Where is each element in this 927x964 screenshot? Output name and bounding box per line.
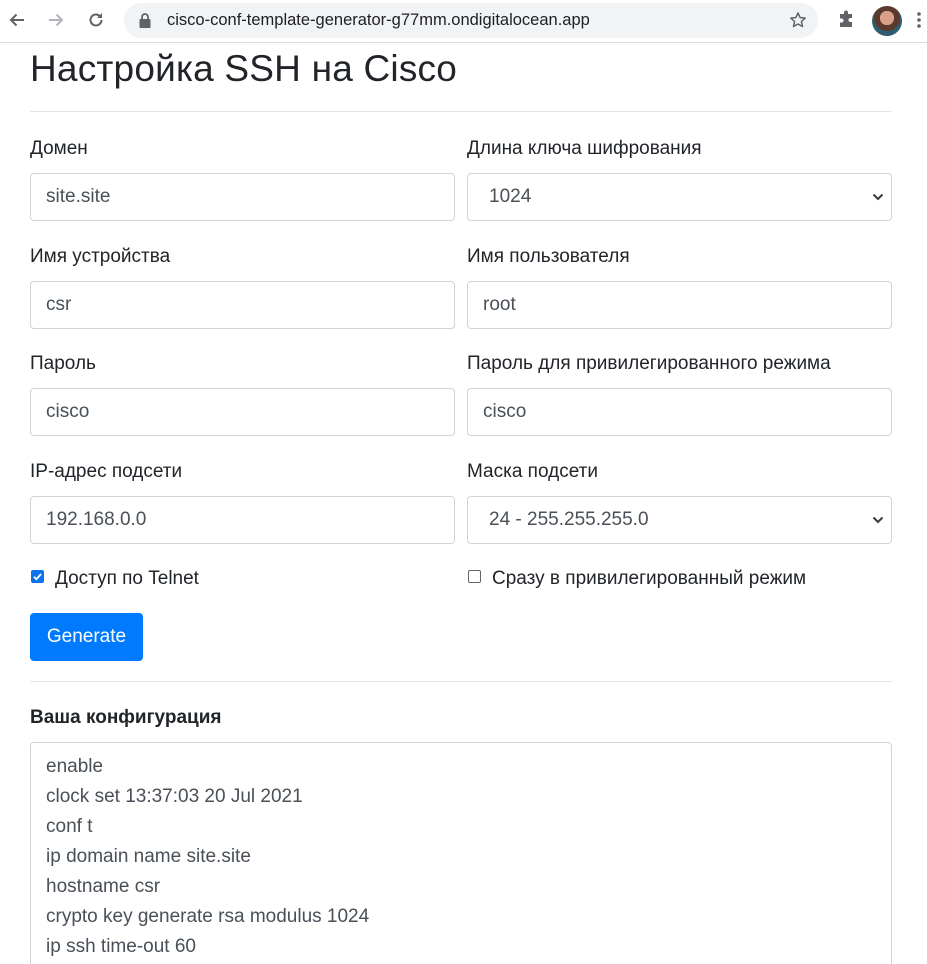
lock-icon <box>139 13 151 28</box>
key-length-select[interactable]: 1024 <box>467 173 892 221</box>
config-line: conf t <box>46 816 93 837</box>
enable-password-value: cisco <box>483 401 527 422</box>
generate-button[interactable]: Generate <box>30 613 143 661</box>
browser-toolbar: cisco-conf-template-generator-g77mm.ondi… <box>0 0 927 43</box>
privileged-label: Сразу в привилегированный режим <box>492 568 807 589</box>
key-length-label: Длина ключа шифрования <box>467 138 702 159</box>
subnet-mask-label: Маска подсети <box>467 461 598 482</box>
chevron-down-icon <box>872 193 884 201</box>
back-arrow-icon <box>9 13 24 27</box>
domain-input[interactable]: site.site <box>30 173 455 221</box>
extensions-button[interactable] <box>830 4 862 36</box>
section-divider <box>30 681 892 682</box>
subnet-mask-value: 24 - 255.255.255.0 <box>489 509 649 530</box>
page-title: Настройка SSH на Cisco <box>30 48 457 89</box>
device-name-value: csr <box>46 294 72 315</box>
config-line: ip ssh time-out 60 <box>46 936 196 957</box>
subnet-ip-input[interactable]: 192.168.0.0 <box>30 496 455 544</box>
enable-password-input[interactable]: cisco <box>467 388 892 436</box>
reload-icon <box>89 13 103 27</box>
subnet-ip-label: IP-адрес подсети <box>30 461 183 482</box>
config-section-title: Ваша конфигурация <box>30 707 222 728</box>
profile-avatar[interactable] <box>872 6 902 36</box>
config-line: hostname csr <box>46 876 161 897</box>
forward-arrow-icon <box>49 13 64 27</box>
menu-dots-icon <box>916 12 921 28</box>
title-divider <box>30 111 892 112</box>
username-label: Имя пользователя <box>467 246 630 267</box>
config-line: crypto key generate rsa modulus 1024 <box>46 906 370 927</box>
privileged-checkbox[interactable] <box>468 570 481 583</box>
config-line: ip domain name site.site <box>46 846 251 867</box>
config-line: enable <box>46 756 104 777</box>
password-value: cisco <box>46 401 90 422</box>
browser-menu-button[interactable] <box>910 4 927 36</box>
url-text: cisco-conf-template-generator-g77mm.ondi… <box>167 11 590 29</box>
back-button[interactable] <box>1 4 33 36</box>
star-icon[interactable] <box>788 10 808 30</box>
device-name-label: Имя устройства <box>30 246 171 267</box>
password-input[interactable]: cisco <box>30 388 455 436</box>
config-output-textarea[interactable]: enable clock set 13:37:03 20 Jul 2021 co… <box>30 742 892 964</box>
extensions-icon <box>840 10 852 27</box>
key-length-value: 1024 <box>489 186 532 207</box>
config-line: clock set 13:37:03 20 Jul 2021 <box>46 786 303 807</box>
device-name-input[interactable]: csr <box>30 281 455 329</box>
telnet-checkbox[interactable] <box>31 570 44 583</box>
address-bar[interactable]: cisco-conf-template-generator-g77mm.ondi… <box>124 3 818 38</box>
username-input[interactable]: root <box>467 281 892 329</box>
telnet-label: Доступ по Telnet <box>55 568 199 589</box>
enable-password-label: Пароль для привилегированного режима <box>467 353 831 374</box>
subnet-ip-value: 192.168.0.0 <box>46 509 147 530</box>
subnet-mask-select[interactable]: 24 - 255.255.255.0 <box>467 496 892 544</box>
username-value: root <box>483 294 516 315</box>
password-label: Пароль <box>30 353 96 374</box>
domain-label: Домен <box>30 138 88 159</box>
forward-button[interactable] <box>40 4 72 36</box>
reload-button[interactable] <box>80 4 112 36</box>
chevron-down-icon <box>872 516 884 524</box>
checkmark-icon <box>33 573 42 581</box>
domain-value: site.site <box>46 186 111 207</box>
